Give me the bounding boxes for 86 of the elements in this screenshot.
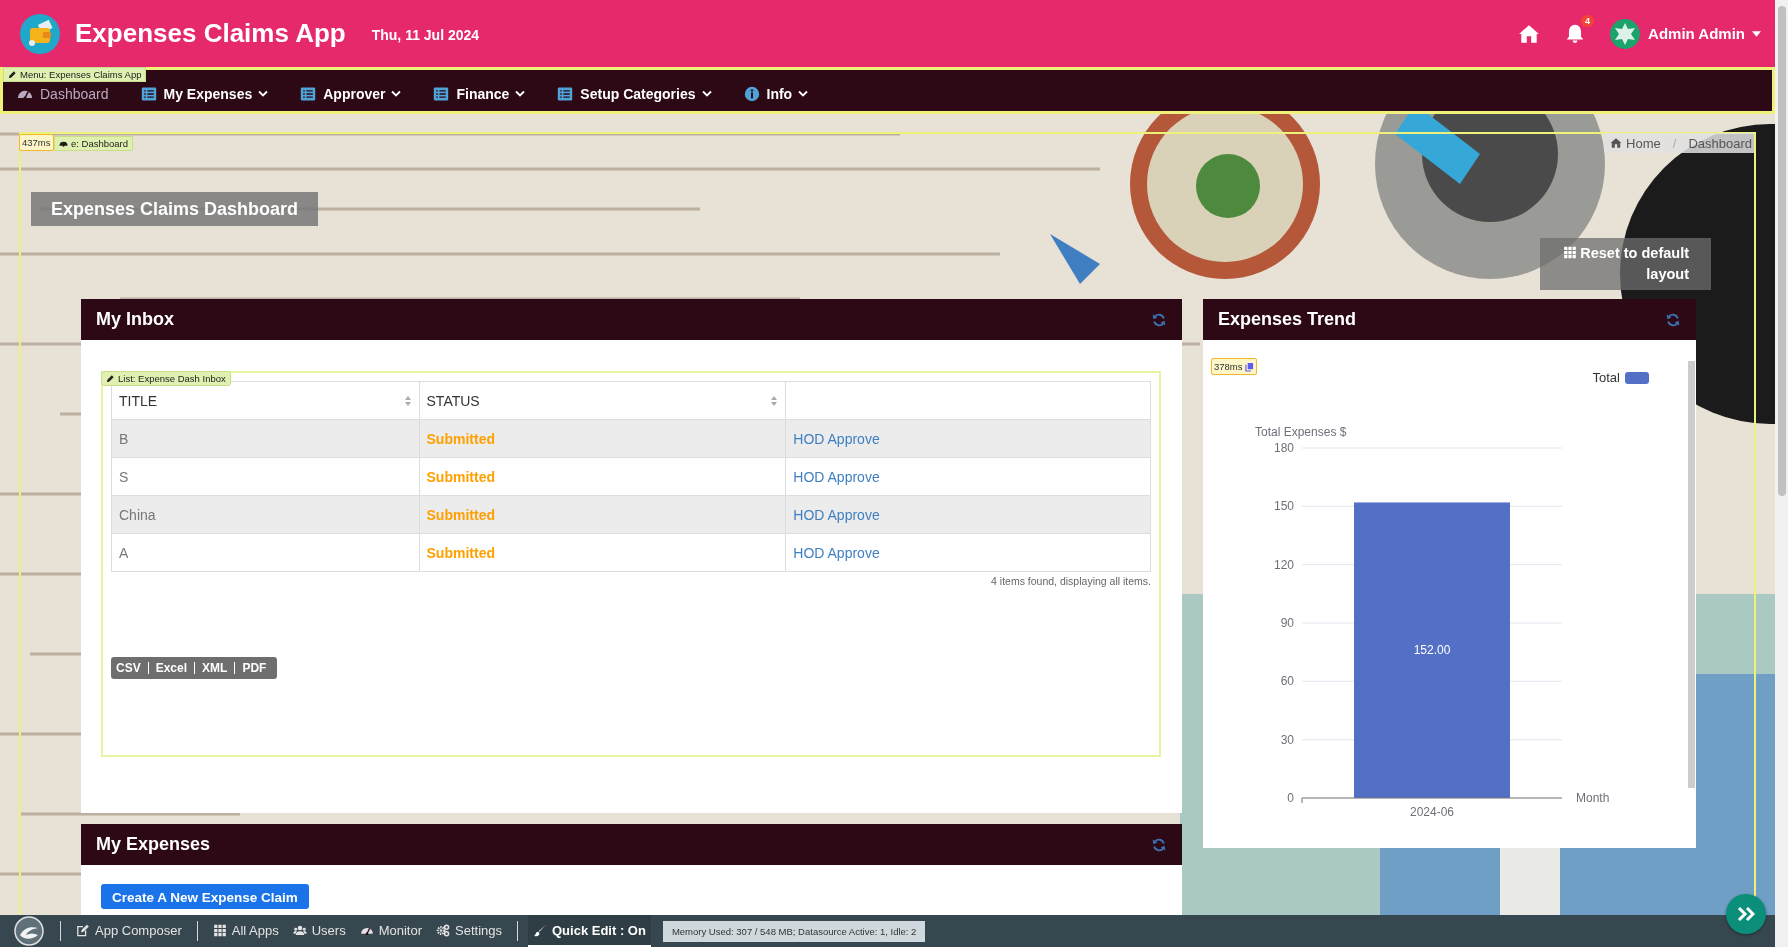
table-cell: B bbox=[111, 419, 420, 458]
info-icon bbox=[742, 85, 761, 102]
toolbar-item[interactable]: App Composer bbox=[71, 915, 187, 947]
menu-item[interactable]: Info bbox=[742, 83, 809, 104]
list-icon bbox=[432, 85, 451, 102]
export-link[interactable]: Excel bbox=[148, 662, 196, 674]
timing-badge: 378ms bbox=[1211, 358, 1257, 375]
panel-title: My Inbox bbox=[96, 309, 174, 330]
list-icon bbox=[299, 85, 318, 102]
breadcrumb-link[interactable]: Dashboard bbox=[1688, 135, 1752, 151]
list-icon bbox=[139, 85, 158, 102]
export-link[interactable]: CSV bbox=[115, 662, 149, 674]
axis-label: 90 bbox=[1280, 616, 1294, 630]
toolbar-item[interactable]: All Apps bbox=[207, 915, 284, 947]
axis-label: 0 bbox=[1287, 791, 1294, 805]
export-link[interactable]: XML bbox=[195, 662, 236, 674]
toolbar-item[interactable]: Quick Edit : On bbox=[528, 915, 651, 947]
column-header[interactable]: STATUS bbox=[419, 381, 786, 420]
memory-status: Memory Used: 307 / 548 MB; Datasource Active: 1, Idle: 2 bbox=[662, 920, 926, 942]
toolbar-item[interactable]: Settings bbox=[431, 915, 507, 947]
axis-label: 30 bbox=[1280, 732, 1294, 747]
table-cell: China bbox=[111, 495, 420, 534]
table-cell: A bbox=[111, 533, 420, 572]
table-cell: S bbox=[111, 457, 420, 496]
status-cell: Submitted bbox=[419, 495, 786, 534]
axis-title: Month bbox=[1576, 791, 1610, 805]
toolbar-item[interactable]: Monitor bbox=[354, 915, 427, 947]
approve-link[interactable]: HOD Approve bbox=[793, 506, 880, 523]
panel-title: My Expenses bbox=[96, 834, 211, 855]
menu-item[interactable]: My Expenses bbox=[139, 83, 269, 104]
create-claim-button[interactable]: Create A New Expense Claim bbox=[101, 884, 309, 909]
grid-icon bbox=[1563, 246, 1578, 259]
panel-title: Expenses Trend bbox=[1218, 309, 1357, 330]
debug-tag[interactable]: List: Expense Dash Inbox bbox=[101, 371, 231, 386]
edit-icon bbox=[76, 923, 90, 937]
user-menu[interactable]: Admin Admin bbox=[1648, 25, 1761, 42]
double-chevron-icon bbox=[1737, 906, 1755, 922]
notification-badge: 4 bbox=[1581, 14, 1595, 27]
menu-item[interactable]: Finance bbox=[432, 83, 526, 104]
page-title: Expenses Claims Dashboard bbox=[31, 192, 319, 226]
axis-label: 150 bbox=[1273, 499, 1294, 514]
status-cell: Submitted bbox=[419, 457, 786, 496]
grid-icon bbox=[212, 923, 227, 937]
wallet-logo-icon bbox=[19, 12, 61, 55]
axis-label: 60 bbox=[1280, 674, 1294, 689]
scrollbar[interactable] bbox=[1775, 0, 1788, 947]
reset-layout-button[interactable]: Reset to default layout bbox=[1540, 238, 1711, 290]
list-icon bbox=[556, 85, 575, 102]
home-icon bbox=[1610, 137, 1623, 149]
legend-label: Total bbox=[1592, 370, 1620, 385]
avatar-icon[interactable] bbox=[1610, 18, 1641, 49]
approve-link[interactable]: HOD Approve bbox=[793, 544, 880, 561]
toolbar-item[interactable]: Users bbox=[287, 915, 351, 947]
menu-item[interactable]: Setup Categories bbox=[556, 83, 712, 104]
data-label: 152.00 bbox=[1413, 643, 1451, 658]
settings-icon bbox=[436, 923, 450, 937]
copy-icon[interactable] bbox=[1244, 361, 1254, 372]
status-cell: Submitted bbox=[419, 533, 786, 572]
axis-label: 120 bbox=[1273, 557, 1294, 572]
breadcrumb-link[interactable]: Home bbox=[1610, 135, 1661, 151]
approve-link[interactable]: HOD Approve bbox=[793, 468, 880, 485]
items-summary: 4 items found, displaying all items. bbox=[990, 575, 1151, 587]
refresh-icon[interactable] bbox=[1665, 311, 1681, 328]
axis-title: Total Expenses $ bbox=[1255, 425, 1347, 439]
date-text: Thu, 11 Jul 2024 bbox=[371, 26, 480, 43]
dashboard-icon bbox=[59, 139, 68, 148]
timing-badge: 437ms bbox=[19, 134, 54, 151]
axis-label: 180 bbox=[1273, 441, 1294, 455]
status-cell: Submitted bbox=[419, 419, 786, 458]
approve-link[interactable]: HOD Approve bbox=[793, 430, 880, 447]
pencil-icon bbox=[106, 374, 115, 383]
refresh-icon[interactable] bbox=[1151, 836, 1167, 853]
axis-label: 2024-06 bbox=[1410, 805, 1454, 819]
logo-icon[interactable] bbox=[14, 916, 44, 946]
menu-item[interactable]: Dashboard bbox=[16, 83, 109, 104]
refresh-icon[interactable] bbox=[1151, 311, 1167, 328]
debug-tag[interactable]: Menu: Expenses Claims App bbox=[3, 67, 147, 82]
users-icon bbox=[292, 923, 307, 937]
legend-swatch bbox=[1625, 371, 1649, 384]
pencil-icon bbox=[8, 70, 17, 79]
debug-tag[interactable]: e: Dashboard bbox=[54, 136, 134, 151]
breadcrumb-separator: / bbox=[1672, 135, 1677, 151]
export-link[interactable]: PDF bbox=[235, 662, 274, 674]
app-title: Expenses Claims App bbox=[75, 18, 346, 49]
menu-item[interactable]: Approver bbox=[299, 83, 402, 104]
caret-icon bbox=[1752, 30, 1761, 37]
